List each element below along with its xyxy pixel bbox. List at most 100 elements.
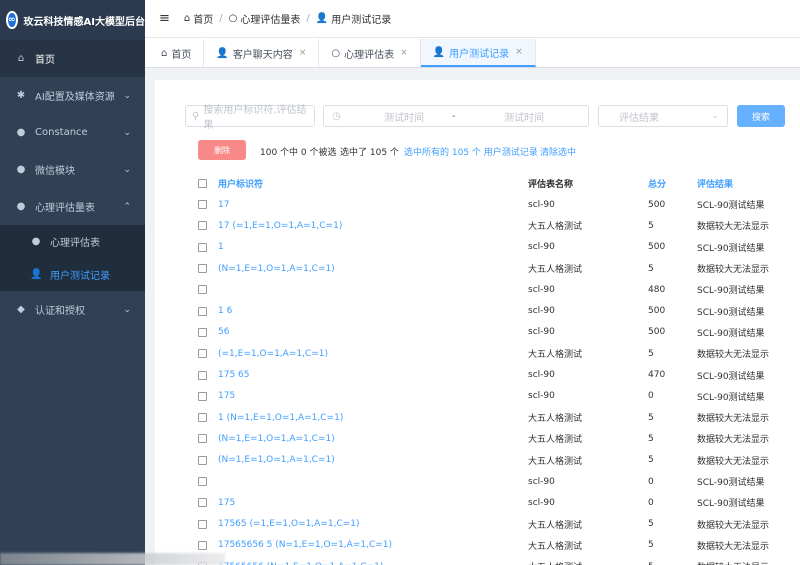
row-checkbox[interactable] xyxy=(198,327,207,337)
user-id-link[interactable]: 175 xyxy=(218,391,235,401)
breadcrumb-psych-scale[interactable]: ○ 心理评估量表 xyxy=(229,11,301,26)
column-header-result[interactable]: 评估结果 xyxy=(697,177,733,190)
assessment-result: SCL-90测试结果 xyxy=(697,371,765,382)
sidebar-subitem-test-records[interactable]: 👤 用户测试记录 xyxy=(0,258,145,291)
chat-icon: ● xyxy=(16,164,26,175)
assessment-result: 数据较大无法显示 xyxy=(697,456,770,467)
search-input[interactable]: ⚲ 搜索用户标识符,评估结果 xyxy=(185,105,315,131)
circle-icon: ○ xyxy=(331,47,341,59)
row-checkbox[interactable] xyxy=(198,242,207,252)
table-row: 175 65 scl-90 470 SCL-90测试结果 xyxy=(185,364,800,385)
assessment-result: 数据较大无法显示 xyxy=(697,435,770,446)
row-checkbox[interactable] xyxy=(198,221,207,231)
user-id-link[interactable]: 56 xyxy=(218,327,229,337)
table-row: 17565656 5 (N=1,E=1,O=1,A=1,C=1) 大五人格测试 5 数… xyxy=(185,535,800,556)
total-score: 500 xyxy=(648,327,666,338)
user-id-link[interactable]: 17565 (=1,E=1,O=1,A=1,C=1) xyxy=(218,519,360,529)
tab-home[interactable]: ⌂ 首页 xyxy=(149,39,205,67)
scale-name: scl-90 xyxy=(528,199,555,210)
tab-label: 心理评估表 xyxy=(344,49,395,61)
tab-label: 客户聊天内容 xyxy=(232,49,293,61)
tab-psych-table[interactable]: ○ 心理评估表 × xyxy=(319,39,421,67)
user-id-link[interactable]: 175 xyxy=(218,498,235,508)
user-id-link[interactable]: 175 65 xyxy=(218,370,250,380)
user-id-link[interactable]: (N=1,E=1,O=1,A=1,C=1) xyxy=(218,455,335,465)
chevron-down-icon: ⌄ xyxy=(123,304,131,315)
sidebar-item-constance[interactable]: ● Constance ⌄ xyxy=(0,114,145,151)
close-icon[interactable]: × xyxy=(299,48,307,58)
tab-label: 用户测试记录 xyxy=(449,48,510,60)
breadcrumb-test-records: 👤 用户测试记录 xyxy=(316,11,391,26)
circle-icon: ● xyxy=(31,236,41,247)
scale-name: scl-90 xyxy=(528,327,555,338)
row-checkbox[interactable] xyxy=(198,434,207,444)
user-id-link[interactable]: 1 (N=1,E=1,O=1,A=1,C=1) xyxy=(218,413,343,423)
row-checkbox[interactable] xyxy=(198,264,207,274)
user-id-link[interactable]: 17 xyxy=(218,200,229,210)
total-score: 480 xyxy=(648,284,666,295)
user-id-link[interactable]: (N=1,E=1,O=1,A=1,C=1) xyxy=(218,264,335,274)
row-checkbox[interactable] xyxy=(198,349,207,359)
sidebar-item-home[interactable]: ⌂ 首页 xyxy=(0,40,145,77)
row-checkbox[interactable] xyxy=(198,519,207,529)
row-checkbox[interactable] xyxy=(198,540,207,550)
result-select[interactable]: 评估结果 ⌄ xyxy=(598,105,728,127)
row-checkbox[interactable] xyxy=(198,285,207,295)
row-checkbox[interactable] xyxy=(198,413,207,423)
scale-name: 大五人格测试 xyxy=(528,520,583,531)
assessment-result: 数据较大无法显示 xyxy=(697,560,769,565)
table-row: scl-90 0 SCL-90测试结果 xyxy=(185,471,800,492)
row-checkbox[interactable] xyxy=(198,477,207,486)
table-body: 17 scl-90 500 SCL-90测试结果 17 (=1,E=1,O=1,A=1… xyxy=(185,194,800,565)
select-all-checkbox[interactable] xyxy=(198,178,207,188)
chevron-down-icon: ⌄ xyxy=(123,90,131,101)
column-header-score[interactable]: 总分 xyxy=(648,177,666,190)
breadcrumb-home[interactable]: ⌂ 首页 xyxy=(184,11,213,26)
column-header-id[interactable]: 用户标识符 xyxy=(218,177,263,190)
selected-count: 选中了 105 个 xyxy=(340,148,399,158)
select-all-link[interactable]: 选中所有的 105 个 用户测试记录 xyxy=(404,145,538,158)
assessment-result: SCL-90测试结果 xyxy=(697,392,765,403)
sidebar-item-psych-scale[interactable]: ● 心理评估量表 ⌃ xyxy=(0,188,145,225)
row-checkbox[interactable] xyxy=(198,306,207,316)
column-header-name: 评估表名称 xyxy=(528,179,574,190)
close-icon[interactable]: × xyxy=(400,48,408,58)
row-checkbox[interactable] xyxy=(198,200,207,210)
user-id-link[interactable]: 1 6 xyxy=(218,306,232,316)
user-id-link[interactable]: (N=1,E=1,O=1,A=1,C=1) xyxy=(218,434,335,444)
user-id-link[interactable]: 17 (=1,E=1,O=1,A=1,C=1) xyxy=(218,221,342,231)
selection-info: 100 个中 0 个被选 xyxy=(260,148,337,158)
user-icon: 👤 xyxy=(315,13,329,24)
delete-button[interactable]: 删除 xyxy=(198,140,246,160)
sidebar-item-auth[interactable]: ◆ 认证和授权 ⌄ xyxy=(0,291,145,328)
date-range-picker[interactable]: ◷ 测试时间 - 测试时间 xyxy=(323,105,589,127)
scale-name: 大五人格测试 xyxy=(528,414,583,425)
tab-chat-content[interactable]: 👤 客户聊天内容 × xyxy=(204,39,320,67)
scale-name: 大五人格测试 xyxy=(528,265,583,276)
row-checkbox[interactable] xyxy=(198,370,207,380)
table-row: 17 (=1,E=1,O=1,A=1,C=1) 大五人格测试 5 数据较大无法显示 xyxy=(185,215,800,236)
chevron-down-icon: ⌄ xyxy=(123,127,131,138)
user-id-link[interactable]: 17565656 5 (N=1,E=1,O=1,A=1,C=1) xyxy=(218,540,392,550)
row-checkbox[interactable] xyxy=(198,455,207,465)
user-id-link[interactable]: 1 xyxy=(218,242,224,252)
close-icon[interactable]: × xyxy=(515,47,523,57)
sidebar-subitem-psych-table[interactable]: ● 心理评估表 xyxy=(0,225,145,258)
sidebar-item-ai-config[interactable]: ✱ AI配置及媒体资源 ⌄ xyxy=(0,77,145,114)
assessment-result: SCL-90测试结果 xyxy=(697,328,765,339)
assessment-result: 数据较大无法显示 xyxy=(697,222,770,233)
table-row: (=1,E=1,O=1,A=1,C=1) 大五人格测试 5 数据较大无法显示 xyxy=(185,343,800,364)
total-score: 5 xyxy=(648,540,654,551)
search-placeholder: 搜索用户标识符,评估结果 xyxy=(203,105,307,131)
row-checkbox[interactable] xyxy=(198,391,207,401)
assessment-result: SCL-90测试结果 xyxy=(697,201,765,212)
sidebar-submenu: ● 心理评估表 👤 用户测试记录 xyxy=(0,225,145,291)
row-checkbox[interactable] xyxy=(198,498,207,508)
tab-test-records[interactable]: 👤 用户测试记录 × xyxy=(420,39,536,67)
hamburger-icon[interactable]: ≡ xyxy=(159,11,170,26)
clear-selection-link[interactable]: 清除选中 xyxy=(540,145,576,158)
tab-bar: ⌂ 首页 👤 客户聊天内容 × ○ 心理评估表 × 👤 用户测试记录 × xyxy=(145,38,800,68)
search-button[interactable]: 搜索 xyxy=(737,105,785,127)
sidebar-item-wechat[interactable]: ● 微信模块 ⌄ xyxy=(0,151,145,188)
user-id-link[interactable]: (=1,E=1,O=1,A=1,C=1) xyxy=(218,349,328,359)
